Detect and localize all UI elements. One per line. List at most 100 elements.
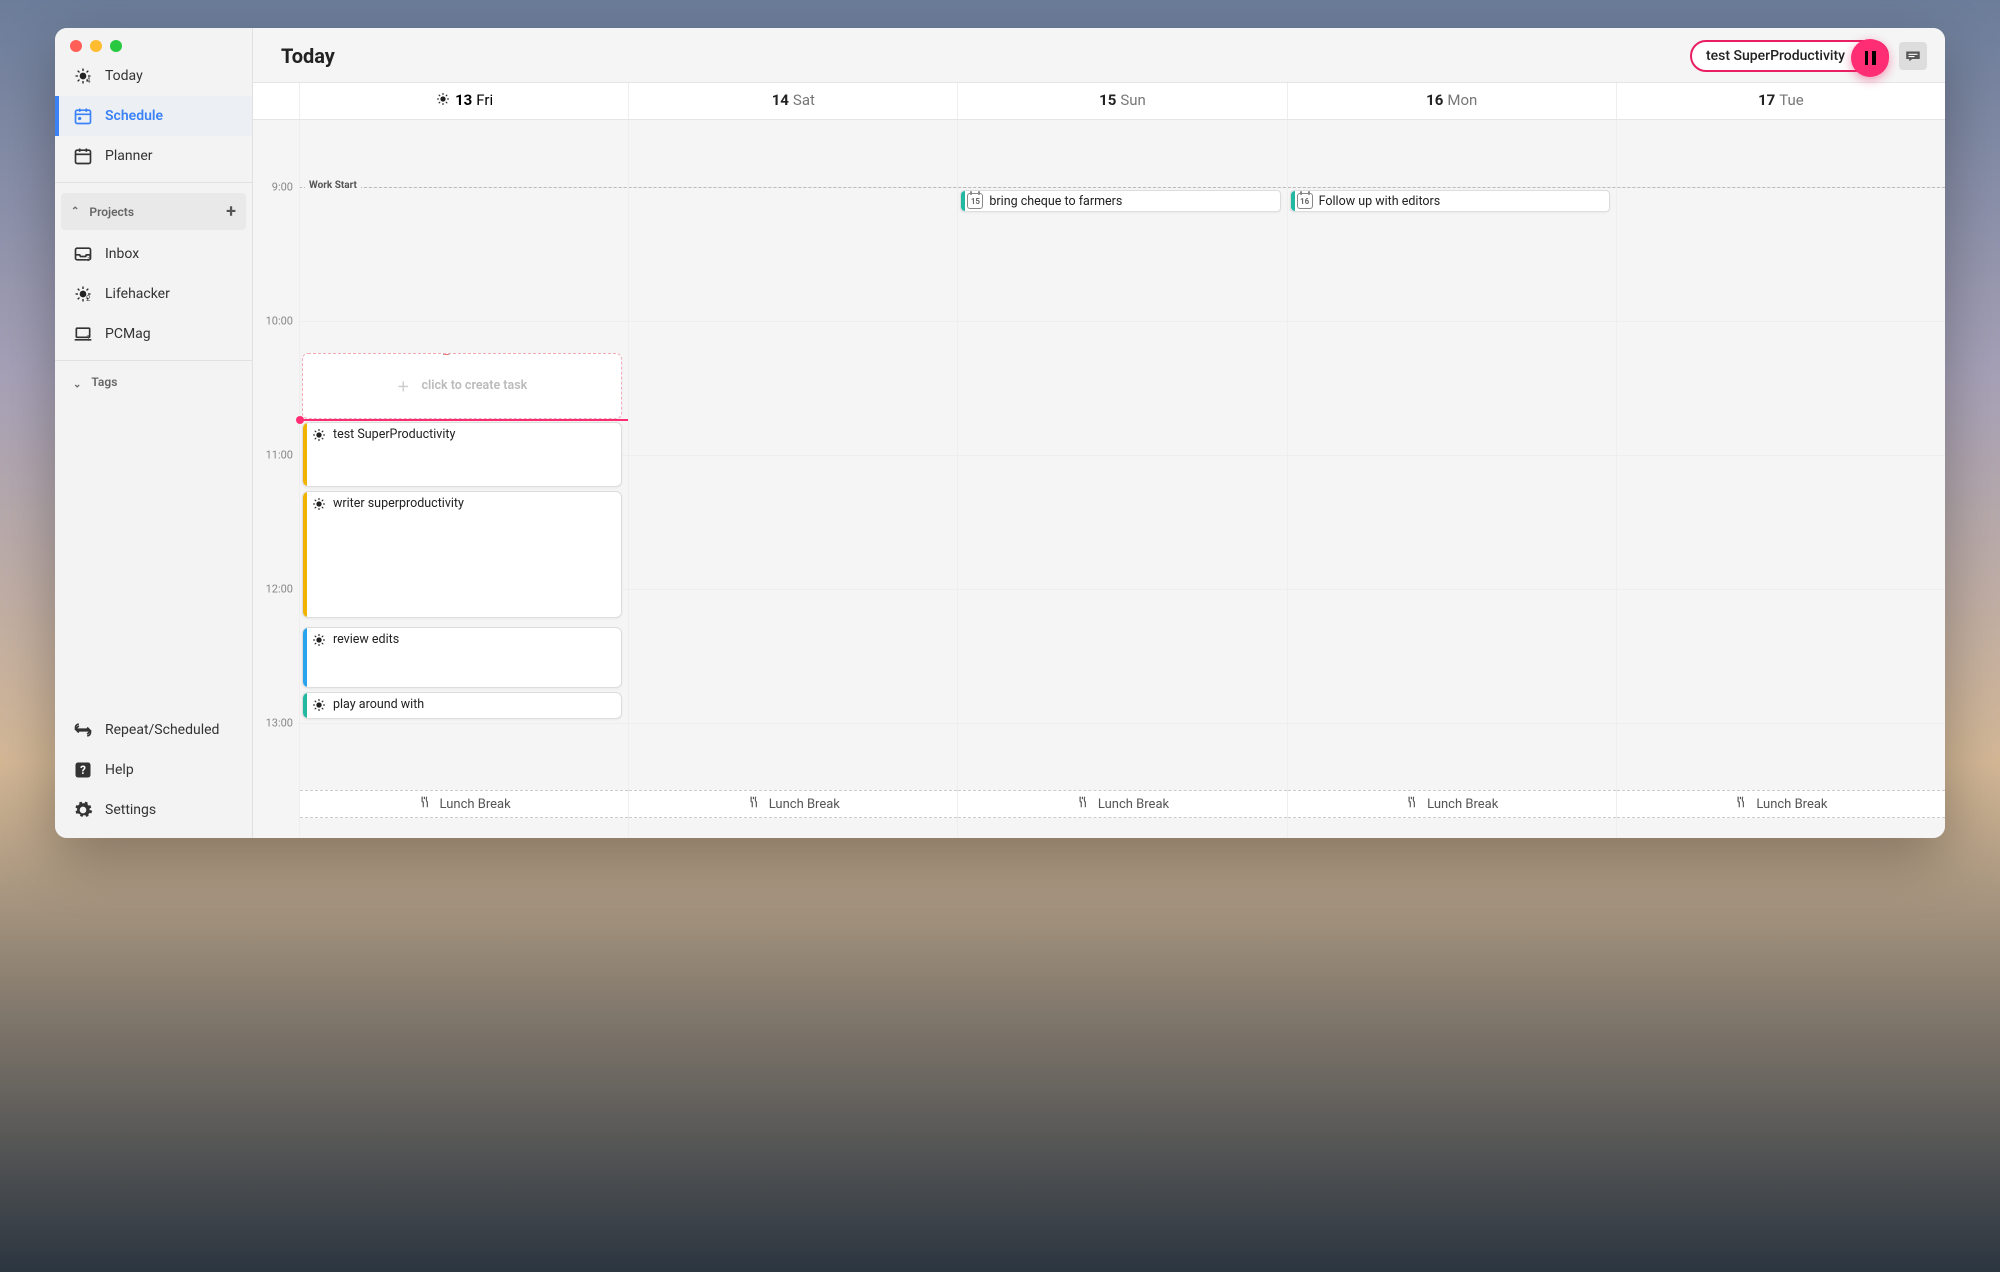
calendar-plain-icon [73, 146, 93, 166]
time-label: 12:00 [266, 583, 293, 596]
add-project-button[interactable]: + [226, 201, 236, 222]
day-column[interactable]: Lunch Break [628, 120, 957, 838]
calendar-event[interactable]: review edits [302, 627, 622, 689]
event-stripe [303, 693, 307, 718]
sun-icon [311, 496, 327, 516]
calendar-event[interactable]: writer superproductivity [302, 491, 622, 618]
ghost-text: click to create task [421, 378, 527, 393]
chevron-down-icon: ⌃ [73, 377, 81, 388]
lunch-label: Lunch Break [769, 797, 840, 812]
day-header-row: 13Fri14Sat15Sun16Mon17Tue [253, 82, 1945, 120]
sidebar-item-label: Lifehacker [105, 286, 170, 302]
lunch-label: Lunch Break [1098, 797, 1169, 812]
calendar-event[interactable]: play around with [302, 692, 622, 719]
sidebar-item-label: Help [105, 762, 134, 778]
tags-label: Tags [91, 375, 117, 389]
day-number: 15 [1099, 91, 1116, 109]
sidebar-item-settings[interactable]: Settings [55, 790, 252, 830]
sidebar-item-label: PCMag [105, 326, 151, 342]
time-label: 9:00 [272, 181, 293, 194]
event-title: play around with [333, 697, 424, 712]
sun-icon [435, 91, 451, 111]
event-title: test SuperProductivity [333, 427, 455, 442]
repeat-icon [73, 720, 93, 740]
sidebar-badge: 4 [86, 76, 91, 85]
create-task-placeholder[interactable]: ⏰ 10:15 ＋ click to create task [302, 353, 622, 419]
comment-icon [1904, 47, 1922, 65]
time-gutter: 9:0010:0011:0012:0013:00 [253, 120, 299, 838]
day-header[interactable]: 15Sun [957, 83, 1286, 119]
event-title: bring cheque to farmers [989, 194, 1122, 209]
lunch-break-block: Lunch Break [1288, 790, 1616, 818]
day-weekday: Sat [793, 91, 815, 109]
day-header[interactable]: 16Mon [1287, 83, 1616, 119]
running-task-pill[interactable]: test SuperProductivity [1690, 40, 1889, 72]
day-header[interactable]: 17Tue [1616, 83, 1945, 119]
allday-event[interactable]: 15 bring cheque to farmers [960, 190, 1280, 212]
cutlery-icon [747, 795, 761, 813]
page-title: Today [281, 44, 335, 68]
main-content: Today test SuperProductivity 13Fri14Sat1… [253, 28, 1945, 838]
cutlery-icon [1734, 795, 1748, 813]
event-title: review edits [333, 632, 399, 647]
day-number: 13 [455, 91, 472, 109]
sidebar-item-lifehacker[interactable]: Lifehacker 2 [55, 274, 252, 314]
divider [55, 360, 252, 361]
pause-button[interactable] [1851, 39, 1889, 77]
event-title: writer superproductivity [333, 496, 464, 511]
sidebar-badge: 3 [86, 254, 91, 263]
lunch-break-block: Lunch Break [1617, 790, 1945, 818]
sidebar-item-today[interactable]: Today 4 [55, 56, 252, 96]
allday-event[interactable]: 16 Follow up with editors [1290, 190, 1610, 212]
window-controls[interactable] [70, 40, 122, 52]
lunch-break-block: Lunch Break [629, 790, 957, 818]
sidebar: Today 4 Schedule Planner ⌃ Projects + In… [55, 28, 253, 838]
sidebar-item-label: Schedule [105, 108, 163, 124]
day-column[interactable]: Lunch Break 15 bring cheque to farmers [957, 120, 1286, 838]
sun-icon [311, 697, 327, 717]
notes-button[interactable] [1899, 42, 1927, 70]
current-time-indicator [300, 419, 628, 421]
calendar-grid[interactable]: 9:0010:0011:0012:0013:00 Work StartLunch… [253, 120, 1945, 838]
day-header[interactable]: 13Fri [299, 83, 628, 119]
time-label: 10:00 [266, 315, 293, 328]
sidebar-item-help[interactable]: ? Help [55, 750, 252, 790]
sidebar-item-planner[interactable]: Planner [55, 136, 252, 176]
lunch-break-block: Lunch Break [300, 790, 628, 818]
close-icon[interactable] [70, 40, 82, 52]
lunch-break-block: Lunch Break [958, 790, 1286, 818]
day-column[interactable]: Lunch Break 16 Follow up with editors [1287, 120, 1616, 838]
event-title: Follow up with editors [1319, 194, 1441, 209]
day-column[interactable]: Lunch Break [1616, 120, 1945, 838]
topbar: Today test SuperProductivity [253, 28, 1945, 82]
calendar-date-icon: 16 [1297, 193, 1313, 209]
maximize-icon[interactable] [110, 40, 122, 52]
event-stripe [961, 191, 965, 211]
sidebar-item-pcmag[interactable]: PCMag 1 [55, 314, 252, 354]
event-stripe [303, 628, 307, 688]
plus-icon: ＋ [397, 376, 410, 395]
day-number: 16 [1426, 91, 1443, 109]
calendar-event[interactable]: test SuperProductivity [302, 422, 622, 488]
sun-icon [311, 427, 327, 447]
sidebar-item-schedule[interactable]: Schedule [55, 96, 252, 136]
projects-section-header[interactable]: ⌃ Projects + [61, 193, 246, 230]
day-column[interactable]: Lunch Break ⏰ 10:15 ＋ click to create tas… [299, 120, 628, 838]
tags-section-header[interactable]: ⌃ Tags [55, 367, 252, 397]
cutlery-icon [418, 795, 432, 813]
sidebar-item-label: Planner [105, 148, 152, 164]
event-stripe [1291, 191, 1295, 211]
sidebar-item-inbox[interactable]: Inbox 3 [55, 234, 252, 274]
sidebar-item-label: Today [105, 68, 143, 84]
svg-text:?: ? [80, 763, 86, 777]
calendar-date-icon: 15 [967, 193, 983, 209]
day-number: 17 [1758, 91, 1775, 109]
day-weekday: Tue [1779, 91, 1803, 109]
day-header[interactable]: 14Sat [628, 83, 957, 119]
chevron-up-icon: ⌃ [71, 206, 79, 217]
time-label: 11:00 [266, 449, 293, 462]
sidebar-item-repeat[interactable]: Repeat/Scheduled [55, 710, 252, 750]
sidebar-item-label: Inbox [105, 246, 139, 262]
minimize-icon[interactable] [90, 40, 102, 52]
day-number: 14 [772, 91, 789, 109]
